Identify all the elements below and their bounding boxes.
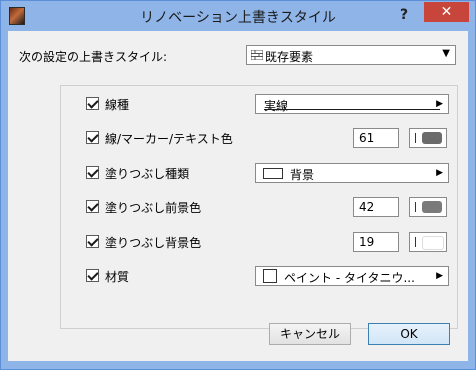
close-button[interactable]: ✕	[424, 2, 469, 22]
fill-background-pen-field[interactable]: 19	[353, 232, 399, 252]
material-checkbox[interactable]	[86, 269, 99, 282]
fill-background-checkbox[interactable]	[86, 235, 99, 248]
line-color-checkbox[interactable]	[86, 131, 99, 144]
fill-type-selector[interactable]: 背景 ▶	[255, 163, 449, 183]
material-value: ペイント - タイタニウ...	[284, 271, 415, 285]
chevron-right-icon: ▶	[436, 99, 443, 109]
help-button[interactable]: ?	[389, 5, 419, 25]
fill-foreground-pen-picker[interactable]	[409, 197, 447, 217]
line-pen-color-swatch	[422, 132, 442, 144]
pen-weight-tick	[415, 202, 416, 212]
chevron-right-icon: ▶	[436, 168, 443, 178]
row-fill-foreground: 塗りつぶし前景色 42	[61, 197, 459, 217]
fill-pattern-swatch	[263, 168, 283, 179]
row-fill-type: 塗りつぶし種類 背景 ▶	[61, 163, 459, 183]
fill-background-pen-picker[interactable]	[409, 232, 447, 252]
override-style-value: 既存要素	[265, 50, 314, 64]
line-pen-number-field[interactable]: 61	[353, 128, 399, 148]
fill-background-color-swatch	[422, 236, 444, 250]
fill-type-label: 塗りつぶし種類	[105, 167, 190, 181]
dialog-window: リノベーション上書きスタイル ? ✕ 次の設定の上書きスタイル: 既存要素 ▼ …	[0, 0, 476, 370]
row-fill-background: 塗りつぶし背景色 19	[61, 232, 459, 252]
solid-line-sample	[264, 109, 440, 110]
chevron-down-icon: ▼	[442, 48, 450, 59]
material-label: 材質	[105, 270, 130, 284]
fill-foreground-pen-field[interactable]: 42	[353, 197, 399, 217]
override-style-label: 次の設定の上書きスタイル:	[19, 50, 168, 64]
line-pen-number: 61	[359, 131, 375, 145]
ok-button[interactable]: OK	[368, 323, 450, 345]
line-type-selector[interactable]: 実線 ▶	[255, 94, 449, 114]
row-line-type: 線種 実線 ▶	[61, 94, 459, 114]
chevron-right-icon: ▶	[436, 271, 443, 281]
line-type-label: 線種	[105, 98, 130, 112]
line-type-checkbox[interactable]	[86, 97, 99, 110]
overrides-group: 線種 実線 ▶ 線/マーカー/テキスト色 61 塗りつぶし種類 背景 ▶ 塗りつ…	[60, 85, 458, 329]
pen-weight-tick	[415, 237, 416, 247]
fill-foreground-label: 塗りつぶし前景色	[105, 201, 202, 215]
pen-weight-tick	[415, 133, 416, 143]
brick-pattern-icon	[251, 50, 263, 60]
title-bar[interactable]: リノベーション上書きスタイル ? ✕	[1, 1, 475, 31]
material-selector[interactable]: ペイント - タイタニウ... ▶	[255, 266, 449, 286]
fill-background-label: 塗りつぶし背景色	[105, 236, 202, 250]
fill-background-pen-number: 19	[359, 235, 375, 249]
row-line-marker-text-color: 線/マーカー/テキスト色 61	[61, 128, 459, 148]
fill-type-value: 背景	[290, 168, 315, 182]
override-style-dropdown[interactable]: 既存要素 ▼	[246, 45, 456, 65]
line-color-label: 線/マーカー/テキスト色	[105, 132, 233, 146]
cancel-button[interactable]: キャンセル	[269, 323, 351, 345]
fill-foreground-pen-number: 42	[359, 200, 375, 214]
row-material: 材質 ペイント - タイタニウ... ▶	[61, 266, 459, 286]
line-type-value: 実線	[264, 99, 289, 113]
dialog-body: 次の設定の上書きスタイル: 既存要素 ▼ 線種 実線 ▶ 線/マーカー/テキスト…	[8, 31, 468, 361]
material-swatch	[263, 269, 277, 283]
fill-foreground-color-swatch	[422, 201, 442, 213]
line-pen-picker[interactable]	[409, 128, 447, 148]
fill-type-checkbox[interactable]	[86, 166, 99, 179]
fill-foreground-checkbox[interactable]	[86, 200, 99, 213]
